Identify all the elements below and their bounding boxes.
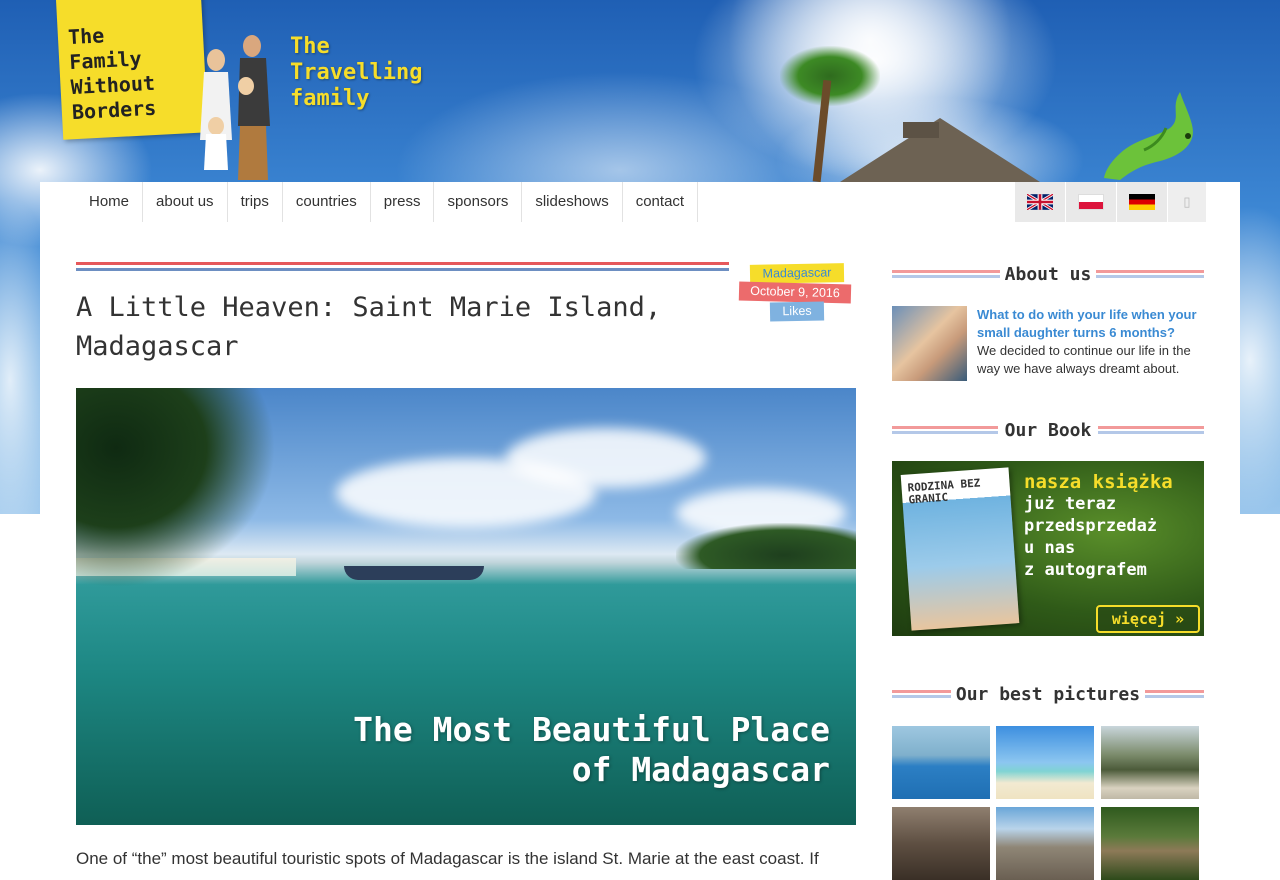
gallery-thumbnail[interactable] xyxy=(996,807,1094,880)
sidebar-heading-about: About us xyxy=(892,264,1204,288)
book-line: już teraz xyxy=(1024,494,1117,514)
article-divider xyxy=(76,262,729,271)
book-banner[interactable]: RODZINA BEZ GRANIC nasza książka już ter… xyxy=(892,461,1204,636)
sidebar-heading-pictures: Our best pictures xyxy=(892,684,1204,708)
gallery-thumbnail[interactable] xyxy=(996,726,1094,799)
book-line: u nas xyxy=(1024,538,1076,558)
tagline-line: family xyxy=(290,86,370,111)
gallery-thumbnail[interactable] xyxy=(892,726,990,799)
more-languages-icon: ▯ xyxy=(1183,194,1191,209)
nav-item-home[interactable]: Home xyxy=(76,182,144,222)
pyramid-image xyxy=(840,118,1040,182)
english-flag-icon xyxy=(1027,194,1053,210)
nav-item-press[interactable]: press xyxy=(371,182,435,222)
tagline-line: The xyxy=(290,34,330,59)
book-line: przedsprzedaż xyxy=(1024,516,1158,536)
about-us-photo[interactable] xyxy=(892,306,967,381)
hero-image[interactable]: The Most Beautiful Place of Madagascar xyxy=(76,388,856,825)
book-line: nasza książka xyxy=(1024,471,1173,493)
gallery-thumbnail[interactable] xyxy=(1101,726,1199,799)
hero-caption: The Most Beautiful Place of Madagascar xyxy=(353,710,830,790)
book-cover: RODZINA BEZ GRANIC xyxy=(900,467,1020,631)
article-title[interactable]: A Little Heaven: Saint Marie Island, Mad… xyxy=(76,288,716,366)
polish-flag-icon xyxy=(1078,194,1104,210)
hero-caption-line: of Madagascar xyxy=(571,750,830,789)
post-date: October 9, 2016 xyxy=(738,281,852,304)
nav-item-about-us[interactable]: about us xyxy=(143,182,228,222)
lang-polish[interactable] xyxy=(1065,182,1116,222)
family-photo xyxy=(200,35,270,180)
about-us-link[interactable]: What to do with your life when your smal… xyxy=(977,306,1203,342)
tagline-line: Travelling xyxy=(290,60,423,85)
nav-item-contact[interactable]: contact xyxy=(623,182,699,222)
lang-english[interactable] xyxy=(1014,182,1065,222)
book-promo-text: nasza książka już teraz przedsprzedaż u … xyxy=(1024,471,1204,581)
nav-item-trips[interactable]: trips xyxy=(228,182,283,222)
book-more-button[interactable]: więcej » xyxy=(1096,605,1200,633)
hero-cloud xyxy=(506,428,706,488)
lang-more[interactable]: ▯ xyxy=(1167,182,1206,222)
site-logo-text[interactable]: The Family Without Borders xyxy=(67,19,192,125)
hero-caption-line: The Most Beautiful Place xyxy=(353,710,830,749)
german-flag-icon xyxy=(1129,194,1155,210)
lang-german[interactable] xyxy=(1116,182,1167,222)
hero-island xyxy=(676,523,856,569)
heading-label: About us xyxy=(892,264,1204,286)
hero-palms xyxy=(76,388,276,588)
main-nav: Home about us trips countries press spon… xyxy=(76,182,699,222)
heading-label: Our Book xyxy=(892,420,1204,442)
sidebar-heading-book: Our Book xyxy=(892,420,1204,444)
gallery-thumbnail[interactable] xyxy=(1101,807,1199,880)
hero-boat xyxy=(344,566,484,580)
category-tag[interactable]: Madagascar xyxy=(749,263,845,284)
gallery-thumbnail[interactable] xyxy=(892,807,990,880)
site-tagline: The Travelling family xyxy=(290,34,460,112)
book-line: z autografem xyxy=(1024,560,1147,580)
nav-item-slideshows[interactable]: slideshows xyxy=(522,182,623,222)
language-switcher: ▯ xyxy=(1014,182,1206,222)
book-cover-title: RODZINA BEZ GRANIC xyxy=(907,476,981,507)
iguana-image xyxy=(1104,92,1193,180)
palm-tree-image xyxy=(780,46,880,106)
about-us-text: We decided to continue our life in the w… xyxy=(977,343,1191,376)
heading-label: Our best pictures xyxy=(892,684,1204,706)
pyramid-temple xyxy=(903,122,939,138)
article-intro: One of “the” most beautiful touristic sp… xyxy=(76,849,819,868)
likes-badge[interactable]: Likes xyxy=(769,301,825,322)
nav-item-countries[interactable]: countries xyxy=(283,182,371,222)
nav-item-sponsors[interactable]: sponsors xyxy=(434,182,523,222)
